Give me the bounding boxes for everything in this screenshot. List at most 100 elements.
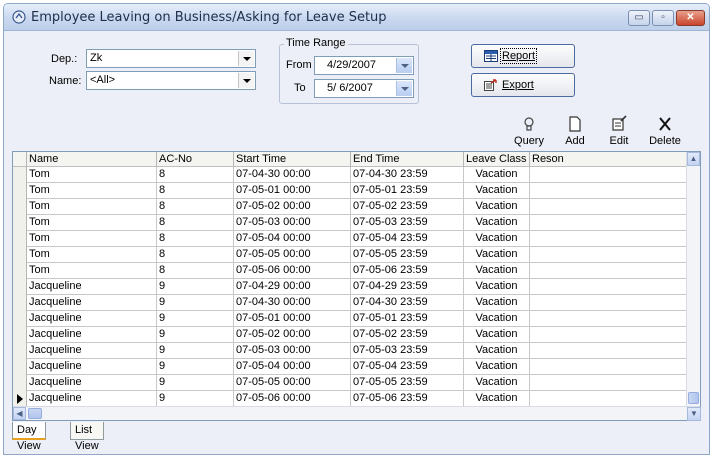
- cell-reason[interactable]: [530, 167, 688, 183]
- row-indicator[interactable]: [13, 375, 27, 391]
- row-indicator[interactable]: [13, 327, 27, 343]
- row-indicator[interactable]: [13, 231, 27, 247]
- dep-select[interactable]: Zk: [86, 49, 256, 68]
- tab-list-view[interactable]: List View: [70, 422, 104, 452]
- cell-end-time[interactable]: 07-05-01 23:59: [351, 311, 464, 327]
- cell-leave-class[interactable]: Vacation: [464, 279, 530, 295]
- cell-start-time[interactable]: 07-05-03 00:00: [234, 343, 351, 359]
- row-indicator[interactable]: [13, 263, 27, 279]
- cell-ac-no[interactable]: 9: [157, 295, 234, 311]
- column-header-ac-no[interactable]: AC-No: [157, 152, 234, 167]
- cell-start-time[interactable]: 07-04-30 00:00: [234, 167, 351, 183]
- table-row[interactable]: Jacqueline 9 07-05-04 00:00 07-05-04 23:59 V…: [13, 359, 688, 375]
- cell-reason[interactable]: [530, 327, 688, 343]
- row-indicator[interactable]: [13, 215, 27, 231]
- cell-reason[interactable]: [530, 279, 688, 295]
- cell-end-time[interactable]: 07-05-03 23:59: [351, 343, 464, 359]
- column-header-name[interactable]: Name: [27, 152, 157, 167]
- table-row[interactable]: Jacqueline 9 07-05-05 00:00 07-05-05 23:59 V…: [13, 375, 688, 391]
- cell-end-time[interactable]: 07-05-04 23:59: [351, 359, 464, 375]
- cell-ac-no[interactable]: 8: [157, 247, 234, 263]
- row-indicator[interactable]: [13, 247, 27, 263]
- cell-start-time[interactable]: 07-05-01 00:00: [234, 183, 351, 199]
- vertical-scrollbar[interactable]: ▲: [686, 152, 700, 408]
- cell-name[interactable]: Jacqueline: [27, 375, 157, 391]
- cell-reason[interactable]: [530, 343, 688, 359]
- table-row[interactable]: Tom 8 07-05-01 00:00 07-05-01 23:59 Vacation: [13, 183, 688, 199]
- cell-leave-class[interactable]: Vacation: [464, 295, 530, 311]
- cell-reason[interactable]: [530, 183, 688, 199]
- scroll-left-button[interactable]: ◀: [13, 407, 26, 420]
- cell-name[interactable]: Jacqueline: [27, 279, 157, 295]
- cell-start-time[interactable]: 07-05-02 00:00: [234, 327, 351, 343]
- cell-start-time[interactable]: 07-04-30 00:00: [234, 295, 351, 311]
- to-date-picker[interactable]: 5/ 6/2007: [314, 79, 414, 98]
- tab-day-view[interactable]: Day View: [12, 422, 46, 452]
- report-button[interactable]: Report: [471, 44, 575, 68]
- cell-leave-class[interactable]: Vacation: [464, 263, 530, 279]
- column-header-leave-class[interactable]: Leave Class: [464, 152, 530, 167]
- horizontal-scroll-thumb[interactable]: [28, 408, 42, 419]
- cell-leave-class[interactable]: Vacation: [464, 359, 530, 375]
- cell-name[interactable]: Tom: [27, 263, 157, 279]
- column-header-start-time[interactable]: Start Time: [234, 152, 351, 167]
- chevron-down-icon[interactable]: [396, 81, 412, 96]
- row-indicator[interactable]: [13, 359, 27, 375]
- cell-reason[interactable]: [530, 199, 688, 215]
- cell-leave-class[interactable]: Vacation: [464, 199, 530, 215]
- cell-ac-no[interactable]: 9: [157, 375, 234, 391]
- cell-name[interactable]: Tom: [27, 199, 157, 215]
- cell-end-time[interactable]: 07-05-06 23:59: [351, 263, 464, 279]
- cell-name[interactable]: Jacqueline: [27, 359, 157, 375]
- table-row[interactable]: Tom 8 07-05-05 00:00 07-05-05 23:59 Vacation: [13, 247, 688, 263]
- column-header-reason[interactable]: Reson: [530, 152, 688, 167]
- cell-leave-class[interactable]: Vacation: [464, 167, 530, 183]
- cell-start-time[interactable]: 07-05-06 00:00: [234, 391, 351, 407]
- row-indicator[interactable]: [13, 167, 27, 183]
- edit-tool[interactable]: Edit: [597, 115, 641, 149]
- row-indicator[interactable]: [13, 183, 27, 199]
- cell-reason[interactable]: [530, 391, 688, 407]
- cell-end-time[interactable]: 07-05-05 23:59: [351, 247, 464, 263]
- row-indicator[interactable]: [13, 279, 27, 295]
- cell-name[interactable]: Tom: [27, 167, 157, 183]
- cell-ac-no[interactable]: 9: [157, 391, 234, 407]
- cell-name[interactable]: Jacqueline: [27, 311, 157, 327]
- cell-ac-no[interactable]: 8: [157, 231, 234, 247]
- cell-ac-no[interactable]: 8: [157, 215, 234, 231]
- maximize-button[interactable]: ▫: [652, 10, 674, 26]
- query-tool[interactable]: Query: [507, 115, 551, 149]
- cell-reason[interactable]: [530, 247, 688, 263]
- cell-ac-no[interactable]: 9: [157, 311, 234, 327]
- row-indicator[interactable]: [13, 311, 27, 327]
- table-row[interactable]: Tom 8 07-05-02 00:00 07-05-02 23:59 Vacation: [13, 199, 688, 215]
- cell-ac-no[interactable]: 9: [157, 327, 234, 343]
- cell-reason[interactable]: [530, 375, 688, 391]
- table-row[interactable]: Tom 8 07-05-03 00:00 07-05-03 23:59 Vacation: [13, 215, 688, 231]
- table-row[interactable]: Jacqueline 9 07-05-03 00:00 07-05-03 23:59 V…: [13, 343, 688, 359]
- title-bar[interactable]: Employee Leaving on Business/Asking for …: [4, 4, 709, 31]
- minimize-button[interactable]: ▭: [628, 10, 650, 26]
- cell-end-time[interactable]: 07-04-29 23:59: [351, 279, 464, 295]
- cell-end-time[interactable]: 07-04-30 23:59: [351, 167, 464, 183]
- cell-start-time[interactable]: 07-05-01 00:00: [234, 311, 351, 327]
- table-row[interactable]: Jacqueline 9 07-04-30 00:00 07-04-30 23:59 V…: [13, 295, 688, 311]
- cell-leave-class[interactable]: Vacation: [464, 327, 530, 343]
- cell-start-time[interactable]: 07-05-04 00:00: [234, 359, 351, 375]
- cell-reason[interactable]: [530, 295, 688, 311]
- row-indicator[interactable]: [13, 199, 27, 215]
- cell-reason[interactable]: [530, 215, 688, 231]
- scroll-down-button[interactable]: ▼: [687, 407, 701, 421]
- table-row[interactable]: Jacqueline 9 07-05-01 00:00 07-05-01 23:59 V…: [13, 311, 688, 327]
- add-tool[interactable]: Add: [553, 115, 597, 149]
- cell-start-time[interactable]: 07-05-05 00:00: [234, 375, 351, 391]
- cell-name[interactable]: Tom: [27, 215, 157, 231]
- current-row-indicator[interactable]: [13, 391, 27, 407]
- table-row[interactable]: Tom 8 07-05-04 00:00 07-05-04 23:59 Vacation: [13, 231, 688, 247]
- cell-ac-no[interactable]: 8: [157, 263, 234, 279]
- table-row[interactable]: Tom 8 07-05-06 00:00 07-05-06 23:59 Vacation: [13, 263, 688, 279]
- cell-end-time[interactable]: 07-04-30 23:59: [351, 295, 464, 311]
- horizontal-scrollbar[interactable]: ◀ ▶: [13, 406, 700, 420]
- cell-name[interactable]: Jacqueline: [27, 343, 157, 359]
- cell-end-time[interactable]: 07-05-01 23:59: [351, 183, 464, 199]
